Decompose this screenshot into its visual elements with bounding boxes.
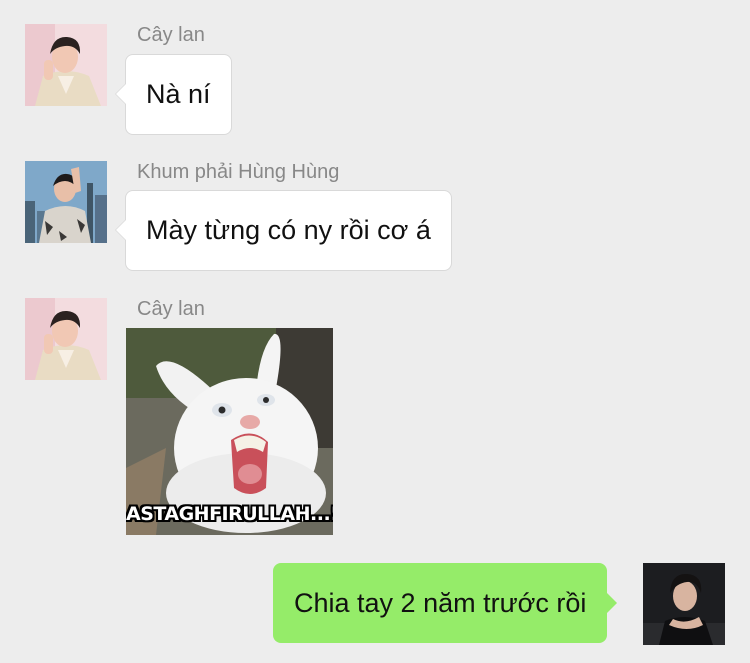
sender-avatar[interactable] — [25, 161, 107, 243]
avatar-pink-jacket-image — [25, 298, 107, 380]
sender-avatar[interactable] — [25, 298, 107, 380]
sender-name: Cây lan — [137, 24, 205, 46]
message-text: Nà ní — [146, 79, 211, 109]
screaming-rabbit-sticker[interactable]: ASTAGHFIRULLAH...!!! — [126, 328, 333, 535]
message-text: Chia tay 2 năm trước rồi — [294, 587, 587, 618]
message-text: Mày từng có ny rồi cơ á — [146, 215, 431, 245]
message-bubble[interactable]: Nà ní — [115, 54, 232, 135]
sender-name: Khum phải Hùng Hùng — [137, 161, 340, 183]
message-bubble[interactable]: Chia tay 2 năm trước rồi — [273, 563, 618, 643]
sender-avatar[interactable] — [25, 24, 107, 106]
sticker-caption: ASTAGHFIRULLAH...!!! — [126, 503, 333, 525]
message-bubble[interactable]: Mày từng có ny rồi cơ á — [115, 190, 452, 271]
my-avatar[interactable] — [643, 563, 725, 645]
sender-name: Cây lan — [137, 298, 205, 320]
avatar-pink-jacket-image — [25, 24, 107, 106]
avatar-city-skyline-image — [25, 161, 107, 243]
avatar-dark-portrait-image — [643, 563, 725, 645]
